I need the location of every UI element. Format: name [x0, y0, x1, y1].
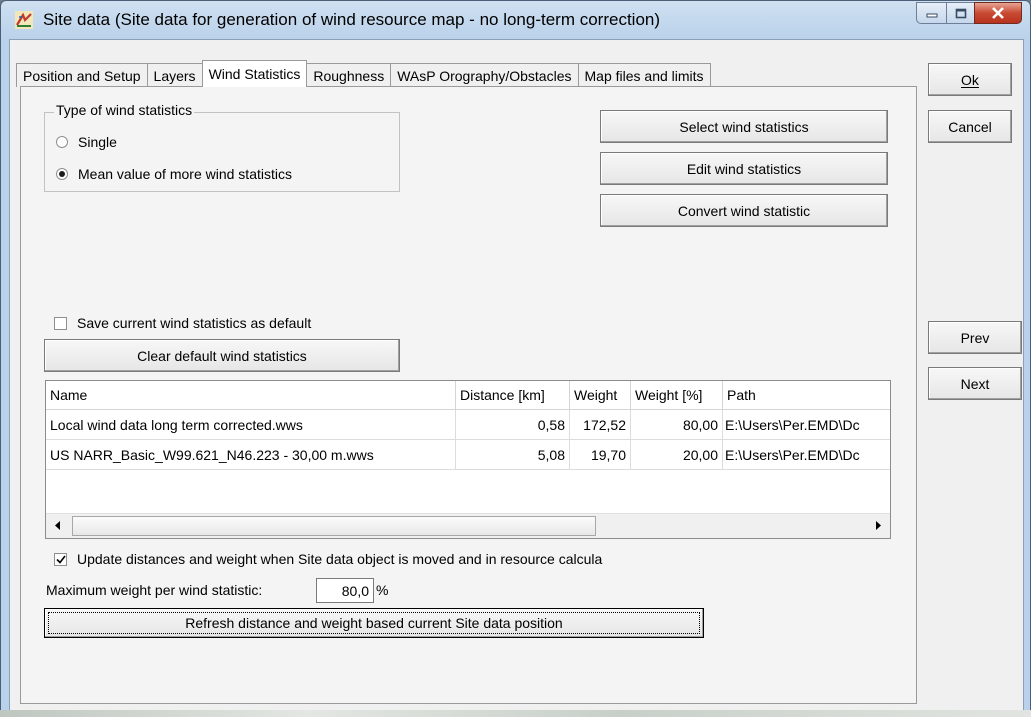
horizontal-scrollbar[interactable]: [46, 513, 890, 538]
minimize-button[interactable]: [916, 2, 946, 24]
save-default-checkbox-row[interactable]: Save current wind statistics as default: [54, 315, 311, 331]
tab-map-files-and-limits[interactable]: Map files and limits: [577, 63, 711, 87]
tab-wind-statistics[interactable]: Wind Statistics: [201, 60, 308, 87]
save-default-checkbox[interactable]: [54, 316, 67, 330]
wind-app-icon: [15, 11, 33, 29]
tab-strip: Position and Setup Layers Wind Statistic…: [16, 60, 711, 87]
cell-weight-percent: 20,00: [631, 440, 723, 470]
edit-wind-statistics-label: Edit wind statistics: [686, 160, 802, 177]
prev-label: Prev: [960, 329, 990, 346]
radio-mean-value[interactable]: Mean value of more wind statistics: [56, 166, 292, 182]
select-wind-statistics-button[interactable]: Select wind statistics: [600, 110, 888, 143]
column-header-weight[interactable]: Weight: [570, 381, 631, 410]
save-default-label: Save current wind statistics as default: [77, 315, 312, 331]
edit-wind-statistics-button[interactable]: Edit wind statistics: [600, 152, 888, 185]
cell-name: Local wind data long term corrected.wws: [46, 410, 456, 440]
table-row[interactable]: Local wind data long term corrected.wws …: [46, 410, 890, 440]
radio-mean-value-button[interactable]: [56, 168, 68, 180]
table-header: Name Distance [km] Weight Weight [%] Pat…: [46, 381, 890, 410]
close-button[interactable]: [974, 2, 1022, 24]
close-icon: [992, 7, 1004, 19]
cell-path: E:\Users\Per.EMD\Dc: [723, 440, 890, 470]
tab-wasp-orography-obstacles[interactable]: WAsP Orography/Obstacles: [390, 63, 579, 87]
refresh-distance-weight-button[interactable]: Refresh distance and weight based curren…: [44, 608, 704, 638]
caption-buttons: [916, 2, 1022, 24]
column-header-distance[interactable]: Distance [km]: [456, 381, 570, 410]
scroll-right-icon: [876, 521, 881, 530]
cancel-button[interactable]: Cancel: [928, 110, 1012, 143]
cell-weight-percent: 80,00: [631, 410, 723, 440]
max-weight-unit: %: [376, 582, 389, 598]
cell-distance: 0,58: [456, 410, 570, 440]
next-button[interactable]: Next: [928, 367, 1022, 400]
focus-rectangle: [48, 612, 700, 634]
max-weight-input[interactable]: 80,0: [316, 578, 374, 603]
radio-single[interactable]: Single: [56, 134, 117, 150]
maximize-icon: [955, 8, 966, 18]
scrollbar-thumb[interactable]: [72, 516, 596, 536]
minimize-icon: [926, 13, 937, 18]
scroll-left-icon: [55, 521, 60, 530]
radio-mean-value-label: Mean value of more wind statistics: [78, 166, 292, 182]
radio-single-button[interactable]: [56, 136, 68, 148]
scroll-right-button[interactable]: [867, 515, 889, 536]
next-label: Next: [960, 375, 990, 392]
cancel-label: Cancel: [948, 118, 992, 135]
title-bar[interactable]: Site data (Site data for generation of w…: [1, 1, 1030, 39]
update-distances-label: Update distances and weight when Site da…: [77, 551, 603, 567]
radio-single-label: Single: [78, 134, 117, 150]
convert-wind-statistic-label: Convert wind statistic: [677, 202, 811, 219]
select-wind-statistics-label: Select wind statistics: [679, 118, 809, 135]
update-distances-checkbox-row[interactable]: Update distances and weight when Site da…: [54, 551, 602, 567]
cell-name: US NARR_Basic_W99.621_N46.223 - 30,00 m.…: [46, 440, 456, 470]
clear-default-label: Clear default wind statistics: [137, 347, 307, 364]
group-title: Type of wind statistics: [54, 102, 195, 118]
window-title: Site data (Site data for generation of w…: [43, 10, 661, 29]
cell-path: E:\Users\Per.EMD\Dc: [723, 410, 890, 440]
scroll-left-button[interactable]: [47, 515, 69, 536]
max-weight-value: 80,0: [341, 582, 369, 599]
ok-button[interactable]: Ok: [928, 63, 1012, 96]
maximize-button[interactable]: [946, 2, 974, 24]
update-distances-checkbox[interactable]: [54, 552, 67, 566]
column-header-weight-percent[interactable]: Weight [%]: [631, 381, 723, 410]
cell-weight: 19,70: [570, 440, 631, 470]
column-header-path[interactable]: Path: [723, 381, 890, 410]
tab-layers[interactable]: Layers: [146, 63, 203, 87]
column-header-name[interactable]: Name: [46, 381, 456, 410]
convert-wind-statistic-button[interactable]: Convert wind statistic: [600, 194, 888, 227]
tab-position-and-setup[interactable]: Position and Setup: [16, 63, 148, 87]
ok-label: Ok: [961, 71, 979, 88]
prev-button[interactable]: Prev: [928, 321, 1022, 354]
max-weight-label: Maximum weight per wind statistic:: [46, 582, 263, 598]
cell-weight: 172,52: [570, 410, 631, 440]
clear-default-button[interactable]: Clear default wind statistics: [44, 339, 400, 372]
cell-distance: 5,08: [456, 440, 570, 470]
wind-statistics-table: Name Distance [km] Weight Weight [%] Pat…: [45, 380, 891, 539]
check-icon: [55, 555, 66, 564]
desktop-background-strip: [0, 710, 1031, 717]
tab-roughness[interactable]: Roughness: [306, 63, 392, 87]
table-row[interactable]: US NARR_Basic_W99.621_N46.223 - 30,00 m.…: [46, 440, 890, 470]
